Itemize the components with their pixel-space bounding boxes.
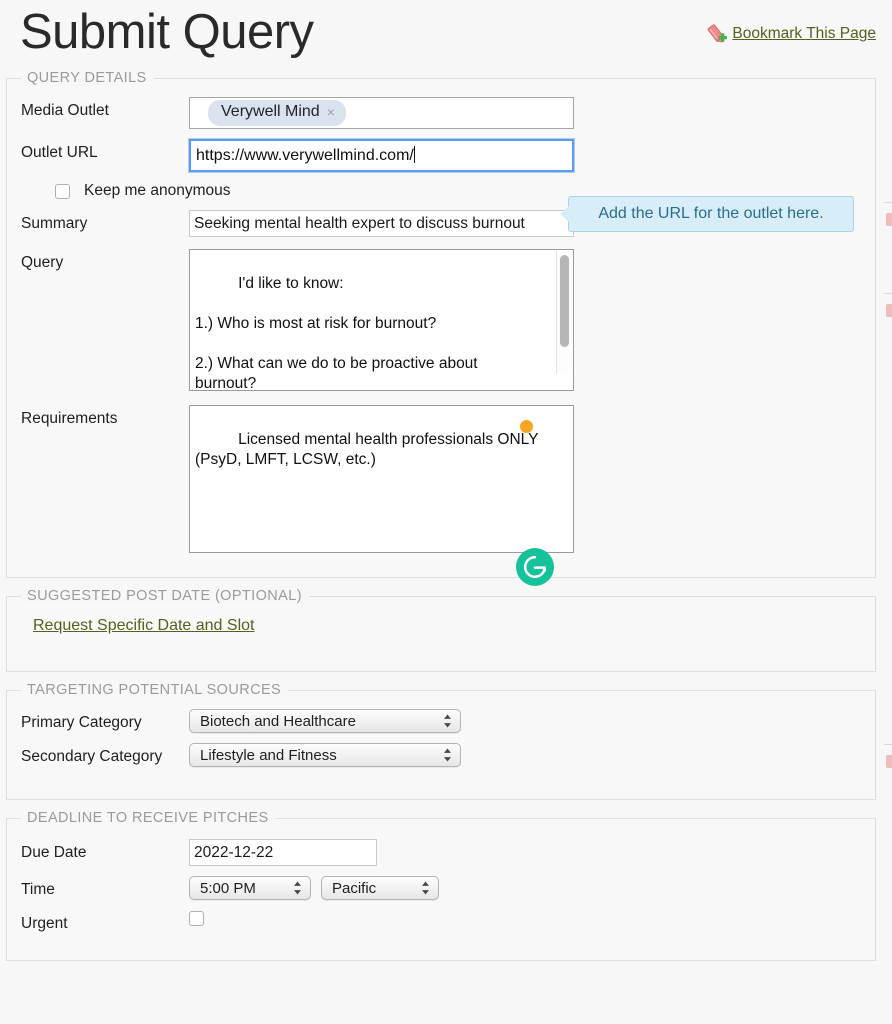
required-field-marker — [886, 304, 892, 317]
text-caret — [413, 146, 415, 163]
requirements-textarea-value: Licensed mental health professionals ONL… — [195, 431, 539, 468]
grammarly-icon[interactable] — [516, 548, 554, 586]
summary-input[interactable]: Seeking mental health expert to discuss … — [189, 210, 574, 237]
deadline-legend: DEADLINE TO RECEIVE PITCHES — [21, 810, 276, 826]
keep-anonymous-label: Keep me anonymous — [84, 182, 231, 199]
required-field-marker — [886, 755, 892, 768]
time-row: Time 5:00 PM Pacific — [21, 876, 861, 900]
time-select[interactable]: 5:00 PM — [189, 876, 311, 900]
required-field-marker — [886, 213, 892, 226]
requirements-label: Requirements — [21, 410, 118, 427]
chevron-updown-icon — [443, 714, 452, 729]
outlet-url-label: Outlet URL — [21, 144, 98, 161]
time-value: 5:00 PM — [200, 879, 256, 897]
chip-remove-icon[interactable]: × — [327, 105, 335, 119]
secondary-category-select[interactable]: Lifestyle and Fitness — [189, 743, 461, 767]
url-hint-tooltip: Add the URL for the outlet here. — [558, 196, 854, 232]
outlet-url-value: https://www.verywellmind.com/ — [196, 147, 414, 164]
url-hint-tooltip-text: Add the URL for the outlet here. — [598, 205, 824, 222]
edge-divider — [884, 202, 892, 203]
primary-category-select[interactable]: Biotech and Healthcare — [189, 709, 461, 733]
edge-divider — [884, 744, 892, 745]
time-label: Time — [21, 881, 55, 898]
query-details-section: QUERY DETAILS Media Outlet Verywell Mind… — [6, 70, 876, 578]
urgent-checkbox[interactable] — [189, 911, 204, 926]
bookmark-add-icon — [706, 24, 728, 44]
query-scrollbar-thumb[interactable] — [560, 255, 569, 347]
page-header: Submit Query Bookmark This Page — [0, 0, 892, 78]
primary-category-value: Biotech and Healthcare — [200, 712, 356, 730]
primary-category-label: Primary Category — [21, 714, 142, 731]
request-specific-date-link[interactable]: Request Specific Date and Slot — [33, 617, 254, 635]
due-date-row: Due Date 2022-12-22 — [21, 839, 861, 866]
targeting-section: TARGETING POTENTIAL SOURCES Primary Cate… — [6, 682, 876, 800]
suggested-post-date-legend: SUGGESTED POST DATE (OPTIONAL) — [21, 588, 309, 604]
page-title: Submit Query — [20, 5, 314, 59]
requirements-textarea[interactable]: Licensed mental health professionals ONL… — [189, 405, 574, 553]
media-outlet-input[interactable]: Verywell Mind × — [189, 97, 574, 129]
media-outlet-chip[interactable]: Verywell Mind × — [208, 100, 346, 126]
query-label: Query — [21, 254, 64, 271]
query-details-legend: QUERY DETAILS — [21, 70, 154, 86]
bookmark-this-page-link[interactable]: Bookmark This Page — [706, 24, 876, 44]
requirements-row: Requirements Licensed mental health prof… — [21, 405, 861, 553]
targeting-legend: TARGETING POTENTIAL SOURCES — [21, 682, 289, 698]
urgent-label: Urgent — [21, 915, 68, 932]
timezone-select[interactable]: Pacific — [321, 876, 439, 900]
resize-handle-icon[interactable] — [559, 538, 571, 550]
timezone-value: Pacific — [332, 879, 377, 897]
secondary-category-value: Lifestyle and Fitness — [200, 746, 337, 764]
primary-category-row: Primary Category Biotech and Healthcare — [21, 709, 861, 733]
chevron-updown-icon — [421, 881, 430, 896]
due-date-input[interactable]: 2022-12-22 — [189, 839, 377, 866]
query-textarea[interactable]: I'd like to know: 1.) Who is most at ris… — [189, 249, 574, 391]
chevron-updown-icon — [443, 748, 452, 763]
chevron-updown-icon — [293, 881, 302, 896]
resize-handle-icon[interactable] — [559, 376, 571, 388]
media-outlet-label: Media Outlet — [21, 102, 109, 119]
orange-indicator-dot — [520, 420, 533, 433]
outlet-url-input[interactable]: https://www.verywellmind.com/ — [188, 138, 575, 173]
suggested-post-date-section: SUGGESTED POST DATE (OPTIONAL) Request S… — [6, 588, 876, 672]
keep-anonymous-checkbox[interactable] — [55, 183, 70, 199]
secondary-category-row: Secondary Category Lifestyle and Fitness — [21, 743, 861, 767]
deadline-section: DEADLINE TO RECEIVE PITCHES Due Date 202… — [6, 810, 876, 961]
media-outlet-chip-label: Verywell Mind — [221, 103, 320, 121]
query-scrollbar[interactable] — [556, 251, 572, 374]
outlet-url-row: Outlet URL https://www.verywellmind.com/ — [21, 138, 861, 173]
due-date-label: Due Date — [21, 844, 87, 861]
edge-divider — [884, 293, 892, 294]
query-textarea-value: I'd like to know: 1.) Who is most at ris… — [195, 275, 478, 391]
media-outlet-row: Media Outlet Verywell Mind × — [21, 97, 861, 129]
bookmark-link-label[interactable]: Bookmark This Page — [732, 25, 876, 43]
secondary-category-label: Secondary Category — [21, 748, 163, 765]
query-row: Query I'd like to know: 1.) Who is most … — [21, 249, 861, 391]
urgent-row: Urgent — [21, 910, 861, 934]
summary-label: Summary — [21, 215, 88, 232]
